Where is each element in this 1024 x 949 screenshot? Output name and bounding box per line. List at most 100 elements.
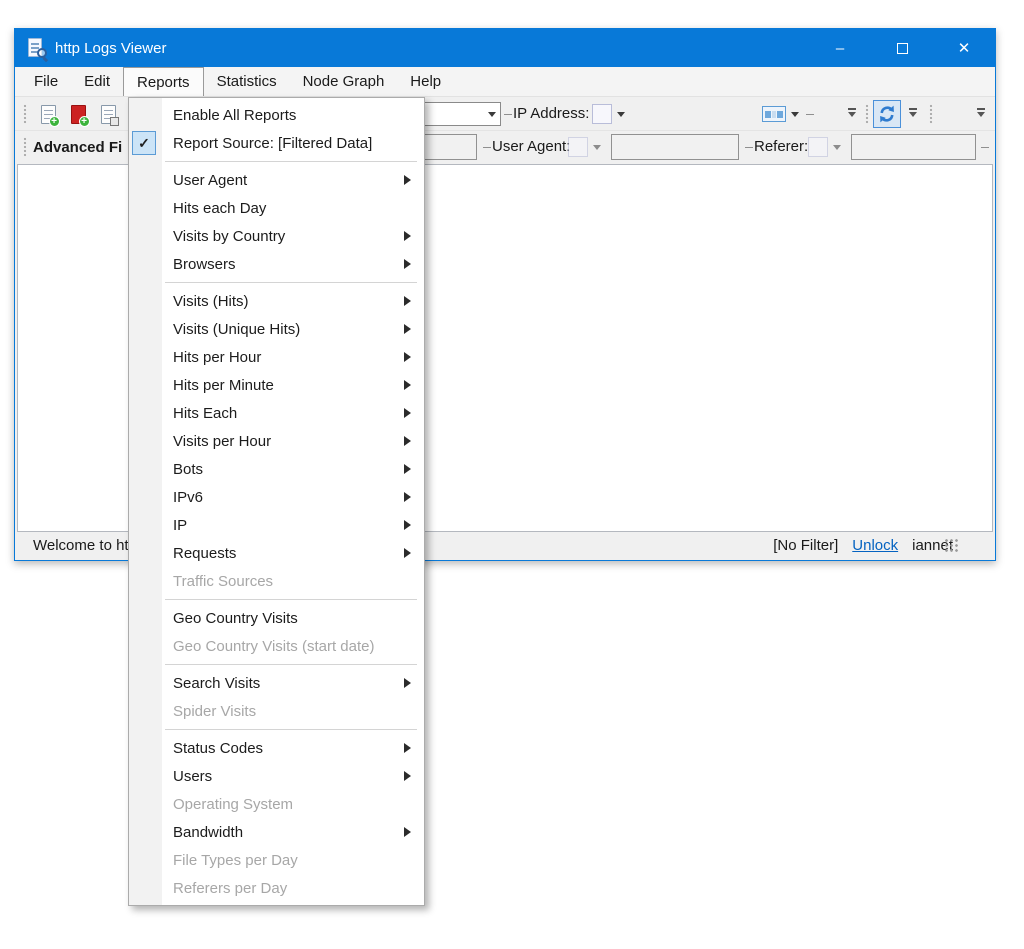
menu-file[interactable]: File — [21, 67, 71, 96]
toolbar-overflow-icon[interactable] — [846, 103, 860, 125]
submenu-arrow-icon — [404, 771, 411, 781]
menu-reports[interactable]: Reports — [123, 67, 204, 96]
ip-range-icon[interactable] — [762, 106, 786, 122]
log-list-button[interactable] — [95, 101, 121, 127]
checkmark-icon: ✓ — [132, 131, 156, 155]
menu-item-hits-each[interactable]: Hits Each — [129, 399, 424, 427]
menu-item-traffic-sources: Traffic Sources — [129, 567, 424, 595]
menu-node-graph[interactable]: Node Graph — [290, 67, 398, 96]
referer-label: Referer: — [754, 138, 808, 155]
menu-help[interactable]: Help — [397, 67, 454, 96]
filter-status: [No Filter] — [773, 537, 838, 554]
filter-dropdown-icon[interactable] — [488, 112, 496, 117]
menu-item-label: Search Visits — [173, 675, 260, 692]
menu-statistics[interactable]: Statistics — [204, 67, 290, 96]
menu-item-operating-system: Operating System — [129, 790, 424, 818]
toolbar-separator — [981, 147, 989, 148]
menu-item-hits-per-minute[interactable]: Hits per Minute — [129, 371, 424, 399]
user-agent-label: User Agent: — [492, 138, 570, 155]
close-button[interactable]: ✕ — [933, 29, 995, 67]
log-list-icon — [101, 105, 116, 124]
resize-grip-icon[interactable] — [945, 539, 959, 553]
referer-input[interactable] — [851, 134, 976, 160]
title-bar[interactable]: http Logs Viewer – ✕ — [15, 29, 995, 67]
maximize-icon — [897, 43, 908, 54]
menu-item-search-visits[interactable]: Search Visits — [129, 669, 424, 697]
ip-address-dropdown-icon[interactable] — [617, 112, 625, 117]
maximize-button[interactable] — [871, 29, 933, 67]
add-error-log-icon: + — [71, 105, 86, 124]
submenu-arrow-icon — [404, 259, 411, 269]
submenu-arrow-icon — [404, 175, 411, 185]
menu-item-label: Referers per Day — [173, 880, 287, 897]
reports-menu: Enable All Reports✓Report Source: [Filte… — [128, 97, 425, 906]
refresh-button[interactable] — [873, 100, 901, 128]
add-log-file-button[interactable]: + — [35, 101, 61, 127]
submenu-arrow-icon — [404, 520, 411, 530]
toolbar-grip[interactable] — [865, 104, 869, 124]
menu-item-label: Requests — [173, 545, 236, 562]
toolbar-overflow-icon[interactable] — [975, 103, 989, 125]
toolbar-grip[interactable] — [23, 104, 27, 124]
menu-item-label: Bots — [173, 461, 203, 478]
toolbar-overflow-icon[interactable] — [907, 103, 921, 125]
submenu-arrow-icon — [404, 380, 411, 390]
submenu-arrow-icon — [404, 408, 411, 418]
menu-item-label: IP — [173, 517, 187, 534]
user-agent-dropdown-icon[interactable] — [593, 145, 601, 150]
menu-item-geo-country-visits-start-date: Geo Country Visits (start date) — [129, 632, 424, 660]
menu-item-report-source-filtered-data[interactable]: ✓Report Source: [Filtered Data] — [129, 129, 424, 157]
menu-item-label: Geo Country Visits — [173, 610, 298, 627]
menu-separator — [129, 725, 424, 734]
menu-item-browsers[interactable]: Browsers — [129, 250, 424, 278]
menu-item-status-codes[interactable]: Status Codes — [129, 734, 424, 762]
window-title: http Logs Viewer — [55, 40, 166, 57]
user-agent-input[interactable] — [611, 134, 739, 160]
menu-item-bots[interactable]: Bots — [129, 455, 424, 483]
menu-item-visits-hits[interactable]: Visits (Hits) — [129, 287, 424, 315]
menu-item-label: Visits (Unique Hits) — [173, 321, 300, 338]
menu-item-hits-each-day[interactable]: Hits each Day — [129, 194, 424, 222]
toolbar-grip[interactable] — [929, 104, 933, 124]
menu-item-requests[interactable]: Requests — [129, 539, 424, 567]
menu-item-label: Visits (Hits) — [173, 293, 249, 310]
submenu-arrow-icon — [404, 324, 411, 334]
referer-grid-icon[interactable] — [808, 137, 828, 157]
submenu-arrow-icon — [404, 827, 411, 837]
minimize-button[interactable]: – — [809, 29, 871, 67]
menu-item-file-types-per-day: File Types per Day — [129, 846, 424, 874]
menu-item-label: Hits per Hour — [173, 349, 261, 366]
referer-dropdown-icon[interactable] — [833, 145, 841, 150]
toolbar-grip[interactable] — [23, 137, 27, 157]
menu-item-enable-all-reports[interactable]: Enable All Reports — [129, 101, 424, 129]
menu-item-ipv6[interactable]: IPv6 — [129, 483, 424, 511]
menu-bar: File Edit Reports Statistics Node Graph … — [15, 67, 995, 97]
menu-separator — [129, 660, 424, 669]
menu-item-visits-unique-hits[interactable]: Visits (Unique Hits) — [129, 315, 424, 343]
menu-item-label: Geo Country Visits (start date) — [173, 638, 374, 655]
submenu-arrow-icon — [404, 464, 411, 474]
menu-separator — [129, 157, 424, 166]
menu-item-user-agent[interactable]: User Agent — [129, 166, 424, 194]
menu-item-visits-by-country[interactable]: Visits by Country — [129, 222, 424, 250]
submenu-arrow-icon — [404, 548, 411, 558]
menu-edit[interactable]: Edit — [71, 67, 123, 96]
menu-item-hits-per-hour[interactable]: Hits per Hour — [129, 343, 424, 371]
menu-item-geo-country-visits[interactable]: Geo Country Visits — [129, 604, 424, 632]
menu-item-bandwidth[interactable]: Bandwidth — [129, 818, 424, 846]
menu-separator — [129, 278, 424, 287]
ip-address-label: IP Address: — [513, 105, 589, 122]
ip-address-grid-icon[interactable] — [592, 104, 612, 124]
submenu-arrow-icon — [404, 743, 411, 753]
user-agent-grid-icon[interactable] — [568, 137, 588, 157]
status-message: Welcome to ht — [17, 537, 129, 554]
add-error-log-button[interactable]: + — [65, 101, 91, 127]
unlock-link[interactable]: Unlock — [852, 537, 898, 554]
menu-item-users[interactable]: Users — [129, 762, 424, 790]
menu-item-visits-per-hour[interactable]: Visits per Hour — [129, 427, 424, 455]
menu-item-ip[interactable]: IP — [129, 511, 424, 539]
advanced-filter-label: Advanced Fi — [33, 139, 122, 156]
ip-range-dropdown-icon[interactable] — [791, 112, 799, 117]
toolbar-separator — [483, 147, 491, 148]
menu-item-label: File Types per Day — [173, 852, 298, 869]
